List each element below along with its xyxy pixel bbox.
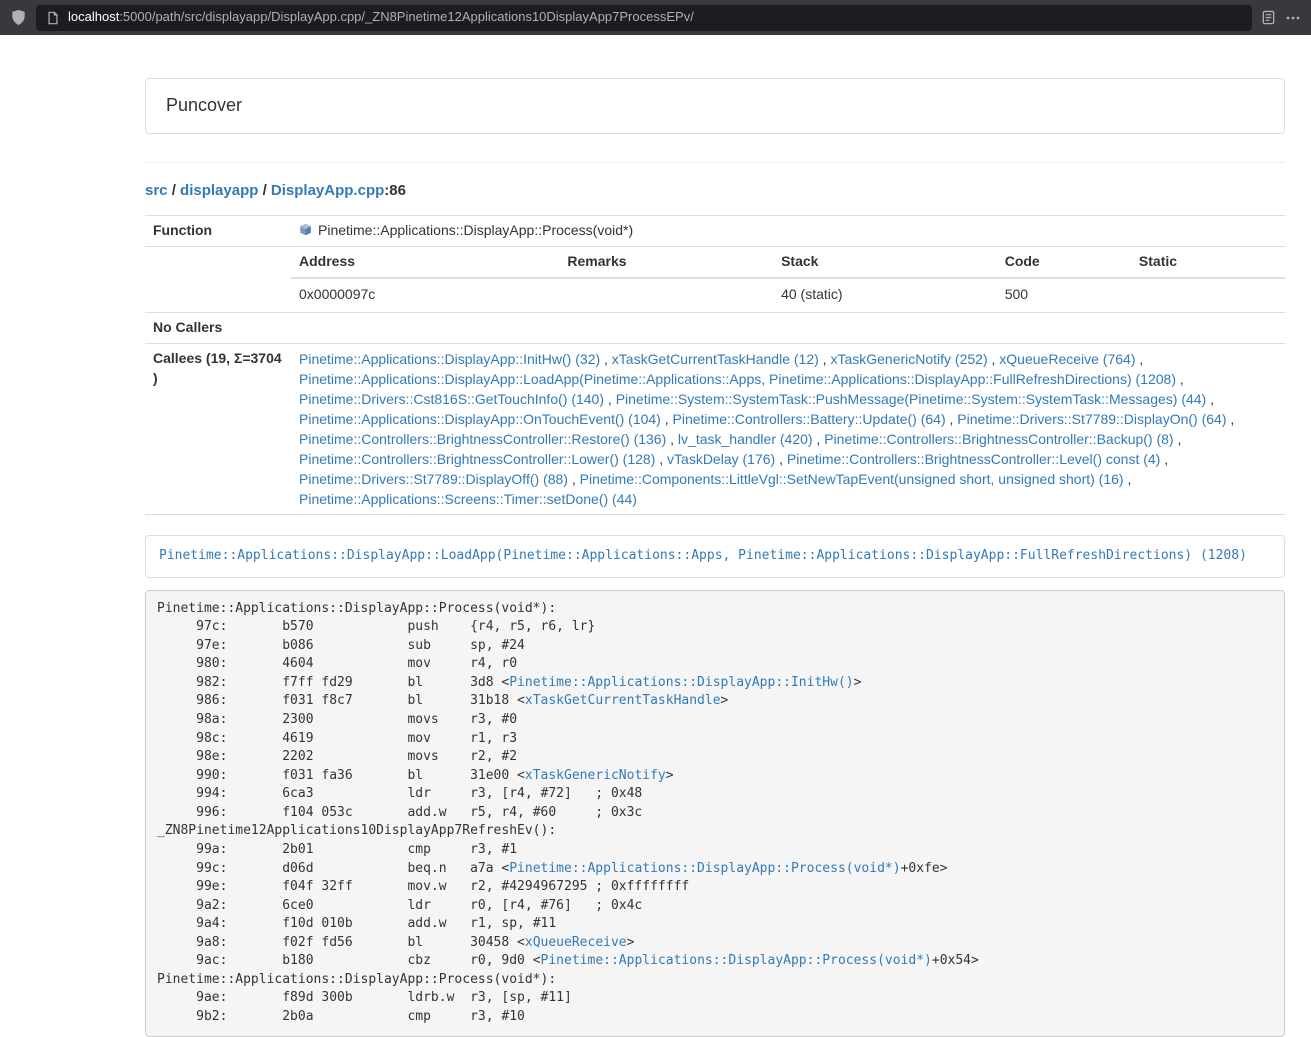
menu-icon[interactable]	[1285, 10, 1301, 26]
callee-link[interactable]: Pinetime::System::SystemTask::PushMessag…	[616, 391, 1207, 407]
stats-cell: 500	[997, 278, 1131, 312]
page-container: Puncover src / displayapp / DisplayApp.c…	[145, 78, 1285, 1037]
stats-table: AddressRemarksStackCodeStatic 0x0000097c…	[291, 247, 1285, 312]
stats-header-cell: Static	[1131, 247, 1285, 278]
page-icon	[46, 11, 60, 25]
function-name: Pinetime::Applications::DisplayApp::Proc…	[318, 221, 633, 241]
code-symbol-link[interactable]: Pinetime::Applications::DisplayApp::Proc…	[509, 861, 900, 876]
code-symbol-link[interactable]: xTaskGetCurrentTaskHandle	[525, 693, 721, 708]
code-symbol-link[interactable]: Pinetime::Applications::DisplayApp::Init…	[509, 675, 853, 690]
breadcrumb-link[interactable]: displayapp	[180, 182, 258, 199]
breadcrumb-text: :86	[384, 182, 406, 199]
callee-link[interactable]: Pinetime::Controllers::BrightnessControl…	[299, 431, 666, 447]
callee-link[interactable]: Pinetime::Applications::Screens::Timer::…	[299, 491, 637, 507]
callee-link[interactable]: Pinetime::Controllers::BrightnessControl…	[299, 451, 655, 467]
callee-link[interactable]: Pinetime::Controllers::BrightnessControl…	[824, 431, 1173, 447]
selected-callee-signature[interactable]: Pinetime::Applications::DisplayApp::Load…	[145, 535, 1285, 578]
callee-link[interactable]: xQueueReceive (764)	[999, 351, 1135, 367]
breadcrumb-text: /	[258, 182, 271, 199]
page-title: Puncover	[166, 93, 1264, 119]
stats-row: 0x0000097c 40 (static)500	[291, 278, 1285, 312]
stats-body: 0x0000097c 40 (static)500	[291, 278, 1285, 312]
function-label: Function	[145, 216, 291, 247]
callees-label: Callees (19, Σ=3704 )	[145, 344, 291, 515]
stats-cell	[559, 278, 773, 312]
divider	[145, 162, 1285, 163]
reader-mode-icon[interactable]	[1261, 10, 1276, 25]
stats-header-cell: Stack	[773, 247, 997, 278]
callee-link[interactable]: vTaskDelay (176)	[667, 451, 775, 467]
stats-cell	[1131, 278, 1285, 312]
no-callers-row: No Callers	[145, 313, 1285, 344]
callee-link[interactable]: Pinetime::Controllers::Battery::Update()…	[673, 411, 946, 427]
callee-link[interactable]: xTaskGetCurrentTaskHandle (12)	[612, 351, 819, 367]
breadcrumb-link[interactable]: src	[145, 182, 168, 199]
url-bar[interactable]: localhost:5000/path/src/displayapp/Displ…	[36, 5, 1252, 31]
stats-header-cell: Remarks	[559, 247, 773, 278]
stats-header-cell: Address	[291, 247, 559, 278]
stats-header-row: AddressRemarksStackCodeStatic	[291, 247, 1285, 278]
stats-cell: 40 (static)	[773, 278, 997, 312]
function-table: Function Pinetime::Applications::Display…	[145, 215, 1285, 515]
code-symbol-link[interactable]: xTaskGenericNotify	[525, 768, 666, 783]
callee-link[interactable]: Pinetime::Applications::DisplayApp::Init…	[299, 351, 600, 367]
function-row: Function Pinetime::Applications::Display…	[145, 216, 1285, 247]
callee-link[interactable]: Pinetime::Drivers::St7789::DisplayOn() (…	[957, 411, 1226, 427]
code-symbol-link[interactable]: xQueueReceive	[525, 935, 627, 950]
callees-list: Pinetime::Applications::DisplayApp::Init…	[291, 344, 1285, 515]
shield-icon[interactable]	[10, 9, 27, 26]
app-title-panel: Puncover	[145, 78, 1285, 134]
stats-outer-row: AddressRemarksStackCodeStatic 0x0000097c…	[145, 247, 1285, 313]
callee-link[interactable]: Pinetime::Applications::DisplayApp::OnTo…	[299, 411, 661, 427]
url-host: localhost	[68, 9, 119, 24]
code-symbol-link[interactable]: Pinetime::Applications::DisplayApp::Proc…	[541, 953, 932, 968]
stats-cell: 0x0000097c	[291, 278, 559, 312]
callee-link[interactable]: Pinetime::Controllers::BrightnessControl…	[787, 451, 1160, 467]
disassembly: Pinetime::Applications::DisplayApp::Proc…	[145, 590, 1285, 1037]
url-path: :5000/path/src/displayapp/DisplayApp.cpp…	[119, 9, 694, 24]
function-name-cell: Pinetime::Applications::DisplayApp::Proc…	[299, 221, 1277, 241]
callee-link[interactable]: Pinetime::Drivers::St7789::DisplayOff() …	[299, 471, 568, 487]
browser-toolbar: localhost:5000/path/src/displayapp/Displ…	[0, 0, 1311, 35]
breadcrumb-link[interactable]: DisplayApp.cpp	[271, 182, 384, 199]
callee-link[interactable]: Pinetime::Applications::DisplayApp::Load…	[299, 371, 1176, 387]
no-callers-label: No Callers	[145, 313, 291, 344]
breadcrumb: src / displayapp / DisplayApp.cpp:86	[145, 180, 1285, 201]
callee-link[interactable]: lv_task_handler (420)	[678, 431, 813, 447]
url-text: localhost:5000/path/src/displayapp/Displ…	[68, 8, 694, 27]
breadcrumb-text: /	[168, 182, 181, 199]
callee-link[interactable]: Pinetime::Drivers::Cst816S::GetTouchInfo…	[299, 391, 604, 407]
callee-link[interactable]: Pinetime::Components::LittleVgl::SetNewT…	[580, 471, 1124, 487]
callees-row: Callees (19, Σ=3704 ) Pinetime::Applicat…	[145, 344, 1285, 515]
stats-header-cell: Code	[997, 247, 1131, 278]
callee-link[interactable]: xTaskGenericNotify (252)	[830, 351, 987, 367]
function-type-icon	[299, 223, 312, 236]
